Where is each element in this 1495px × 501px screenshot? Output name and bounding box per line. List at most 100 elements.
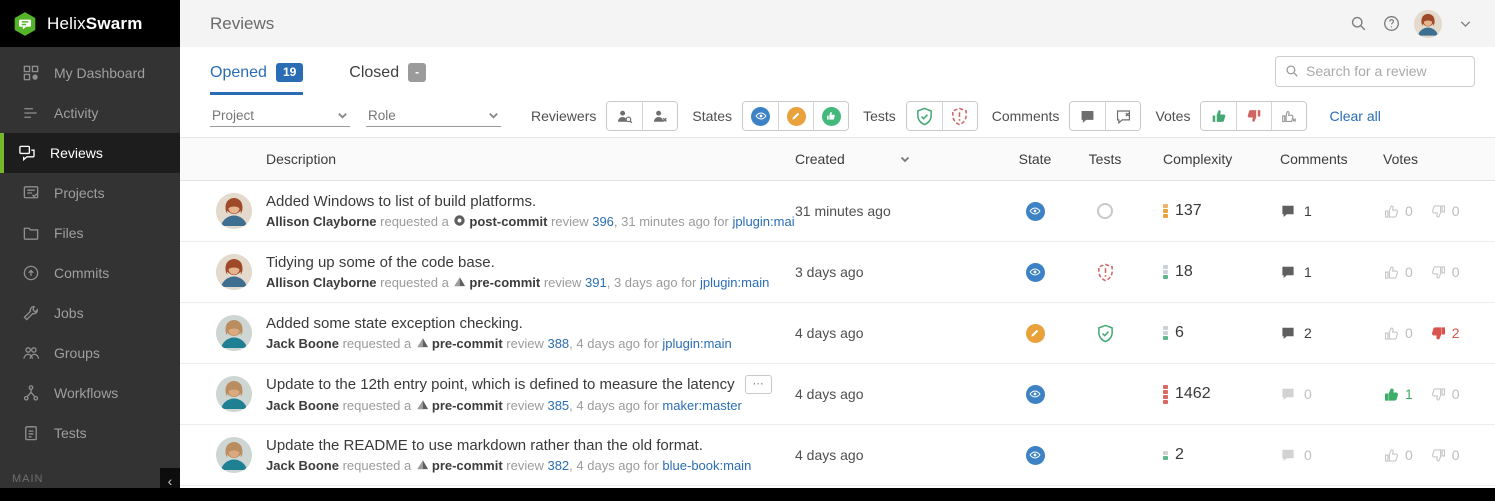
- state-needs-review-filter-button[interactable]: [743, 102, 779, 130]
- review-row[interactable]: Tidying up some of the code base. Alliso…: [180, 242, 1495, 303]
- author-avatar[interactable]: [216, 376, 252, 412]
- review-author[interactable]: Jack Boone: [266, 398, 339, 413]
- pre-commit-icon: [416, 398, 429, 410]
- review-author[interactable]: Jack Boone: [266, 458, 339, 473]
- no-comments-filter-button[interactable]: [1105, 102, 1141, 130]
- review-title[interactable]: Added some state exception checking.: [266, 315, 523, 332]
- upvote[interactable]: 0: [1383, 325, 1413, 342]
- review-row[interactable]: Added some state exception checking. Jac…: [180, 303, 1495, 364]
- commit-type-label: post-commit: [469, 214, 548, 229]
- author-avatar[interactable]: [216, 254, 252, 290]
- sidebar-item-tests[interactable]: Tests: [0, 413, 180, 453]
- review-id-link[interactable]: 385: [547, 398, 569, 413]
- downvoted-filter-button[interactable]: [1236, 102, 1272, 130]
- branch-link[interactable]: jplugin:main: [700, 275, 769, 290]
- review-author[interactable]: Jack Boone: [266, 336, 339, 351]
- user-avatar[interactable]: [1414, 9, 1442, 38]
- review-row[interactable]: Added Windows to list of build platforms…: [180, 181, 1495, 242]
- review-id-link[interactable]: 382: [547, 458, 569, 473]
- dashboard-icon: [23, 65, 39, 81]
- reviewer-none-filter-button[interactable]: [642, 102, 678, 130]
- project-filter-dropdown[interactable]: Project: [210, 105, 350, 127]
- created-cell: 3 days ago: [795, 264, 864, 280]
- comments-cell[interactable]: 0: [1255, 447, 1360, 463]
- upvoted-filter-button[interactable]: [1201, 102, 1237, 130]
- sidebar-item-projects[interactable]: Projects: [0, 173, 180, 213]
- author-avatar[interactable]: [216, 437, 252, 473]
- review-row[interactable]: Update to the 12th entry point, which is…: [180, 364, 1495, 425]
- sidebar-item-files[interactable]: Files: [0, 213, 180, 253]
- sidebar-item-my-dashboard[interactable]: My Dashboard: [0, 53, 180, 93]
- tab-opened[interactable]: Opened 19: [210, 47, 304, 95]
- has-comments-filter-button[interactable]: [1070, 102, 1106, 130]
- comments-cell[interactable]: 1: [1255, 203, 1360, 219]
- clipboard-icon: [25, 426, 37, 441]
- review-title[interactable]: Update to the 12th entry point, which is…: [266, 376, 735, 393]
- author-avatar[interactable]: [216, 193, 252, 229]
- column-header-created[interactable]: Created: [795, 151, 1005, 167]
- downvote[interactable]: 2: [1430, 325, 1460, 342]
- branch-link[interactable]: maker:master: [662, 398, 741, 413]
- search-icon[interactable]: [1348, 14, 1368, 34]
- reviewer-search-filter-button[interactable]: [607, 102, 643, 130]
- tests-pass-icon[interactable]: [1096, 324, 1115, 343]
- state-needs-revision-icon[interactable]: [1025, 323, 1045, 343]
- requested-text: requested a: [338, 336, 415, 351]
- tests-fail-filter-button[interactable]: [941, 102, 977, 130]
- downvote[interactable]: 0: [1430, 447, 1460, 464]
- review-list: Added Windows to list of build platforms…: [180, 181, 1495, 486]
- clear-all-filters-link[interactable]: Clear all: [1329, 108, 1380, 124]
- state-needs-review-icon[interactable]: [1025, 445, 1045, 465]
- state-needs-review-icon[interactable]: [1025, 384, 1045, 404]
- chevron-down-icon[interactable]: [1455, 14, 1475, 34]
- tests-pass-filter-button[interactable]: [906, 102, 942, 130]
- upvote[interactable]: 0: [1383, 264, 1413, 281]
- tests-cell: [1065, 203, 1145, 219]
- review-row[interactable]: Update the README to use markdown rather…: [180, 425, 1495, 486]
- upvote[interactable]: 1: [1383, 386, 1413, 403]
- sidebar-item-activity[interactable]: Activity: [0, 93, 180, 133]
- sidebar-item-workflows[interactable]: Workflows: [0, 373, 180, 413]
- downvote[interactable]: 0: [1430, 264, 1460, 281]
- review-title[interactable]: Added Windows to list of build platforms…: [266, 193, 536, 210]
- downvote[interactable]: 0: [1430, 203, 1460, 220]
- review-id-link[interactable]: 388: [547, 336, 569, 351]
- comments-cell[interactable]: 2: [1255, 325, 1360, 341]
- branch-link[interactable]: blue-book:main: [662, 458, 751, 473]
- sidebar-item-commits[interactable]: Commits: [0, 253, 180, 293]
- requested-text: requested a: [338, 458, 415, 473]
- thumbs-up-icon: [1212, 110, 1226, 122]
- state-needs-revision-filter-button[interactable]: [778, 102, 814, 130]
- review-title[interactable]: Tidying up some of the code base.: [266, 254, 495, 271]
- review-author[interactable]: Allison Clayborne: [266, 214, 377, 229]
- sidebar-item-groups[interactable]: Groups: [0, 333, 180, 373]
- branch-link[interactable]: jplugin:main: [662, 336, 731, 351]
- comments-cell[interactable]: 1: [1255, 264, 1360, 280]
- branch-link[interactable]: jplugin:main: [732, 214, 795, 229]
- role-filter-dropdown[interactable]: Role: [366, 105, 501, 127]
- sidebar-item-jobs[interactable]: Jobs: [0, 293, 180, 333]
- state-needs-review-icon[interactable]: [1025, 201, 1045, 221]
- review-search-input[interactable]: [1306, 63, 1465, 79]
- sort-descending-icon[interactable]: [899, 153, 911, 165]
- comments-cell[interactable]: 0: [1255, 386, 1360, 402]
- review-title[interactable]: Update the README to use markdown rather…: [266, 437, 703, 454]
- brand-logo[interactable]: HelixSwarm: [0, 0, 180, 47]
- review-id-link[interactable]: 396: [592, 214, 614, 229]
- sidebar-item-reviews[interactable]: Reviews: [0, 133, 180, 173]
- review-id-link[interactable]: 391: [585, 275, 607, 290]
- upvote[interactable]: 0: [1383, 203, 1413, 220]
- upvote[interactable]: 0: [1383, 447, 1413, 464]
- downvote[interactable]: 0: [1430, 386, 1460, 403]
- tests-filter-label: Tests: [863, 108, 896, 124]
- author-avatar[interactable]: [216, 315, 252, 351]
- state-needs-review-icon[interactable]: [1025, 262, 1045, 282]
- review-author[interactable]: Allison Clayborne: [266, 275, 377, 290]
- help-icon[interactable]: [1381, 14, 1401, 34]
- state-approved-filter-button[interactable]: [813, 102, 849, 130]
- tab-closed[interactable]: Closed -: [349, 47, 427, 95]
- tests-fail-icon[interactable]: [1096, 263, 1115, 282]
- requested-text: requested a: [376, 214, 453, 229]
- no-vote-filter-button[interactable]: [1271, 102, 1307, 130]
- expand-description-button[interactable]: ⋯: [744, 375, 772, 394]
